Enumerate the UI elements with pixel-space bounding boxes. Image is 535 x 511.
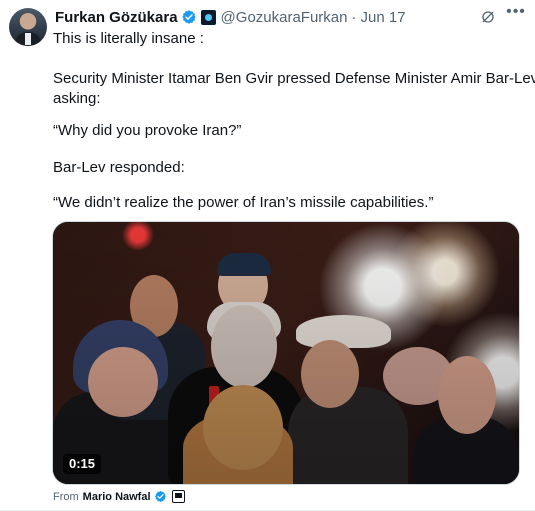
tweet-text-line-3: asking: — [53, 90, 101, 107]
video-overlay-shade — [53, 222, 519, 484]
post-date[interactable]: Jun 17 — [361, 9, 406, 26]
tweet-text-line-5: Bar-Lev responded: — [53, 159, 185, 176]
source-prefix: From — [53, 490, 79, 503]
source-badge-icon — [171, 490, 185, 503]
verified-badge-icon — [181, 10, 196, 24]
verified-badge-icon — [154, 490, 166, 503]
affiliate-badge-icon[interactable] — [200, 9, 216, 25]
more-options-icon[interactable]: ••• — [505, 3, 527, 25]
author-avatar[interactable] — [9, 8, 47, 46]
tweet-card[interactable]: Furkan Gözükara @GozukaraFurkan · Jun 17… — [0, 0, 535, 511]
tweet-text-line-1: This is literally insane : — [53, 30, 204, 47]
video-source: From Mario Nawfal — [53, 490, 185, 503]
header-separator: · — [351, 8, 357, 26]
source-name-link[interactable]: Mario Nawfal — [83, 491, 151, 503]
tweet-text-line-2: Security Minister Itamar Ben Gvir presse… — [53, 70, 535, 87]
avatar-shirt-shape — [25, 33, 31, 45]
tweet-header: Furkan Gözükara @GozukaraFurkan · Jun 17 — [55, 7, 406, 27]
video-duration-badge: 0:15 — [63, 454, 102, 474]
video-frame — [53, 222, 519, 484]
author-handle[interactable]: @GozukaraFurkan — [221, 9, 348, 26]
tweet-text-line-4: “Why did you provoke Iran?” — [53, 122, 242, 139]
author-name[interactable]: Furkan Gözükara — [55, 9, 178, 26]
video-player[interactable]: 0:15 — [52, 221, 520, 485]
grok-icon[interactable] — [480, 9, 496, 25]
tweet-text-line-6: “We didn’t realize the power of Iran’s m… — [53, 194, 434, 211]
